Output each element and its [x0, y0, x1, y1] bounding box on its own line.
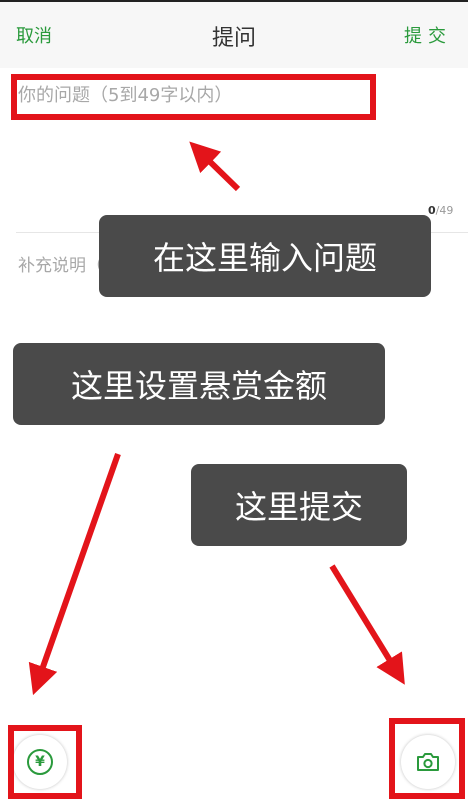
nav-bar: 取消 提问 提交: [0, 2, 468, 68]
reward-tooltip: 这里设置悬赏金额: [13, 343, 385, 425]
photo-highlight-box: [389, 718, 465, 799]
photo-arrow: [329, 564, 405, 685]
char-count-limit: /49: [435, 204, 454, 217]
reward-highlight-box: [8, 725, 82, 799]
char-count-current: 0: [428, 204, 436, 217]
question-tooltip: 在这里输入问题: [99, 215, 431, 297]
char-counter: 0/49: [428, 204, 453, 217]
question-highlight-box: [11, 74, 376, 120]
question-arrow: [189, 141, 241, 192]
reward-arrow: [28, 453, 121, 696]
submit-tooltip: 这里提交: [191, 464, 407, 546]
page-title: 提问: [211, 26, 256, 51]
submit-button[interactable]: 提交: [404, 22, 452, 48]
